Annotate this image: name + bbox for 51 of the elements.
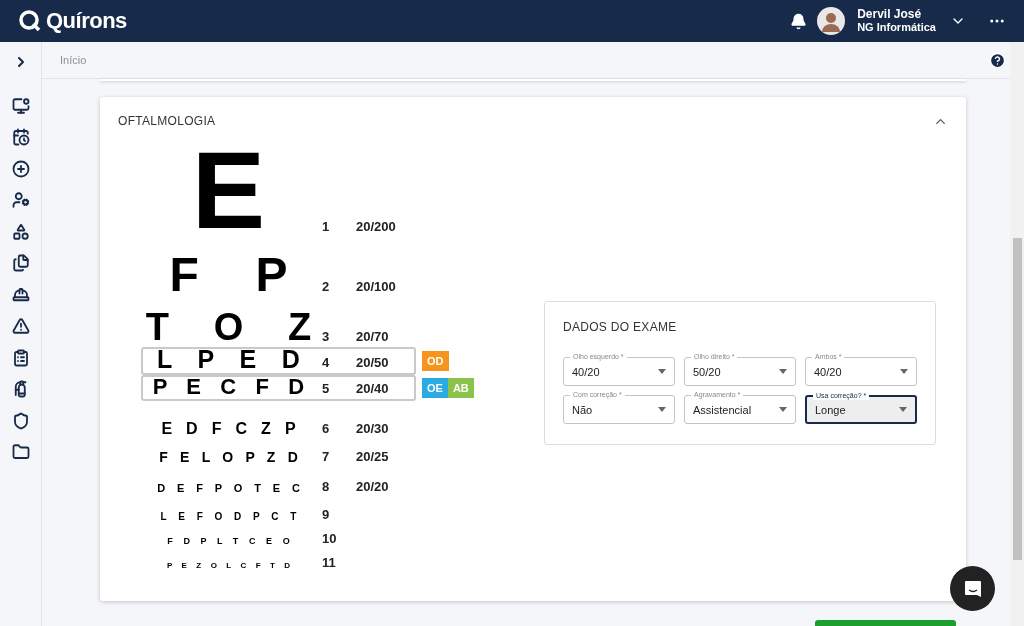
acuity-value: 20/20 xyxy=(356,480,389,493)
acuity-value: 20/200 xyxy=(356,220,396,233)
eye-badge: OE xyxy=(422,378,448,398)
line-number: 4 xyxy=(321,356,331,369)
line-number: 7 xyxy=(321,450,331,463)
dropdown-caret-icon xyxy=(899,407,907,412)
line-number: 6 xyxy=(321,422,331,435)
chart-letters: P E C F D xyxy=(151,377,306,395)
dropdown-caret-icon xyxy=(658,407,666,412)
line-number: 1 xyxy=(321,220,331,233)
logo-text: Quírons xyxy=(46,8,127,34)
eye-badge: OD xyxy=(422,351,449,371)
dropdown-caret-icon xyxy=(900,369,908,374)
eye-badge: AB xyxy=(447,378,474,398)
chart-letters: E xyxy=(190,147,267,233)
dropdown-caret-icon xyxy=(779,407,787,412)
logo-icon xyxy=(18,9,42,33)
section-title: OFTALMOLOGIA xyxy=(118,114,217,128)
dropdown-caret-icon xyxy=(779,369,787,374)
chart-letters: T O Z xyxy=(144,313,313,343)
chart-letters: P E Z O L C F T D xyxy=(165,562,292,569)
acuity-value: 20/70 xyxy=(356,330,389,343)
user-name: Dervil José xyxy=(857,8,923,21)
line-number: 9 xyxy=(321,508,331,521)
user-company: NG Informática xyxy=(857,21,936,34)
acuity-value: 20/40 xyxy=(356,382,389,395)
chart-letters: L P E D xyxy=(156,349,301,369)
chat-button[interactable] xyxy=(950,566,995,611)
user-avatar[interactable] xyxy=(817,7,846,35)
chat-bubble-icon xyxy=(962,578,983,599)
line-number: 11 xyxy=(321,556,337,569)
dropdown-caret-icon xyxy=(658,369,666,374)
line-number: 5 xyxy=(321,382,331,395)
line-number: 3 xyxy=(321,330,331,343)
chart-letters: F D P L T C E O xyxy=(166,538,291,545)
chart-letters: L E F O D P C T xyxy=(159,513,298,521)
acuity-value: 20/25 xyxy=(356,450,389,463)
line-number: 2 xyxy=(321,280,331,293)
acuity-value: 20/100 xyxy=(356,280,396,293)
chart-letters: F P xyxy=(168,255,289,293)
panel-title: DADOS DO EXAME xyxy=(563,320,678,334)
chart-letters: D E F P O T E C xyxy=(156,484,301,493)
acuity-value: 20/50 xyxy=(356,356,389,369)
acuity-value: 20/30 xyxy=(356,422,389,435)
line-number: 8 xyxy=(321,480,331,493)
chart-letters: F E L O P Z D xyxy=(158,452,299,463)
scrollbar[interactable] xyxy=(1010,42,1024,626)
notification-bell-icon[interactable] xyxy=(790,12,808,30)
help-icon[interactable] xyxy=(989,51,1006,69)
line-number: 10 xyxy=(321,532,338,545)
chart-letters: E D F C Z P xyxy=(160,422,297,435)
